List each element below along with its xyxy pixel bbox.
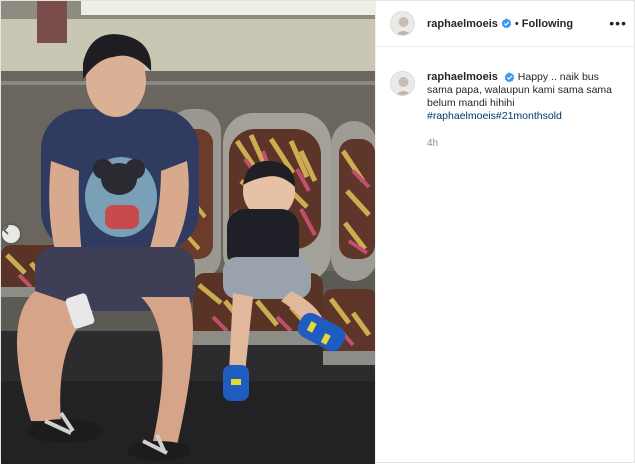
hashtag-link[interactable]: #raphaelmoeis	[427, 110, 496, 122]
carousel-prev-button[interactable]	[2, 225, 20, 243]
bus-photo-image	[1, 1, 375, 464]
verified-badge-icon	[504, 72, 515, 83]
following-button[interactable]: Following	[522, 18, 573, 30]
post-photo[interactable]	[1, 1, 375, 464]
caption-username[interactable]: raphaelmoeis	[427, 71, 498, 83]
profile-photo-icon	[391, 72, 414, 95]
post-author-username[interactable]: raphaelmoeis	[427, 18, 498, 30]
caption-comment: raphaelmoeis Happy .. naik bus sama papa…	[390, 71, 630, 150]
post-timestamp[interactable]: 4h	[427, 137, 627, 150]
profile-photo-icon	[391, 12, 414, 35]
verified-badge-icon	[501, 18, 512, 29]
caption-avatar[interactable]	[390, 71, 415, 96]
post-dialog: raphaelmoeis • Following ••• raphaelmoei…	[0, 0, 635, 464]
separator-dot: •	[514, 17, 519, 30]
post-header: raphaelmoeis • Following •••	[376, 1, 635, 47]
hashtag-link[interactable]: #21monthsold	[496, 110, 562, 122]
chevron-left-icon	[2, 225, 9, 235]
caption-body: raphaelmoeis Happy .. naik bus sama papa…	[427, 71, 627, 150]
more-options-button[interactable]: •••	[609, 16, 627, 30]
avatar[interactable]	[390, 11, 415, 36]
post-side-panel: raphaelmoeis • Following ••• raphaelmoei…	[375, 1, 635, 464]
